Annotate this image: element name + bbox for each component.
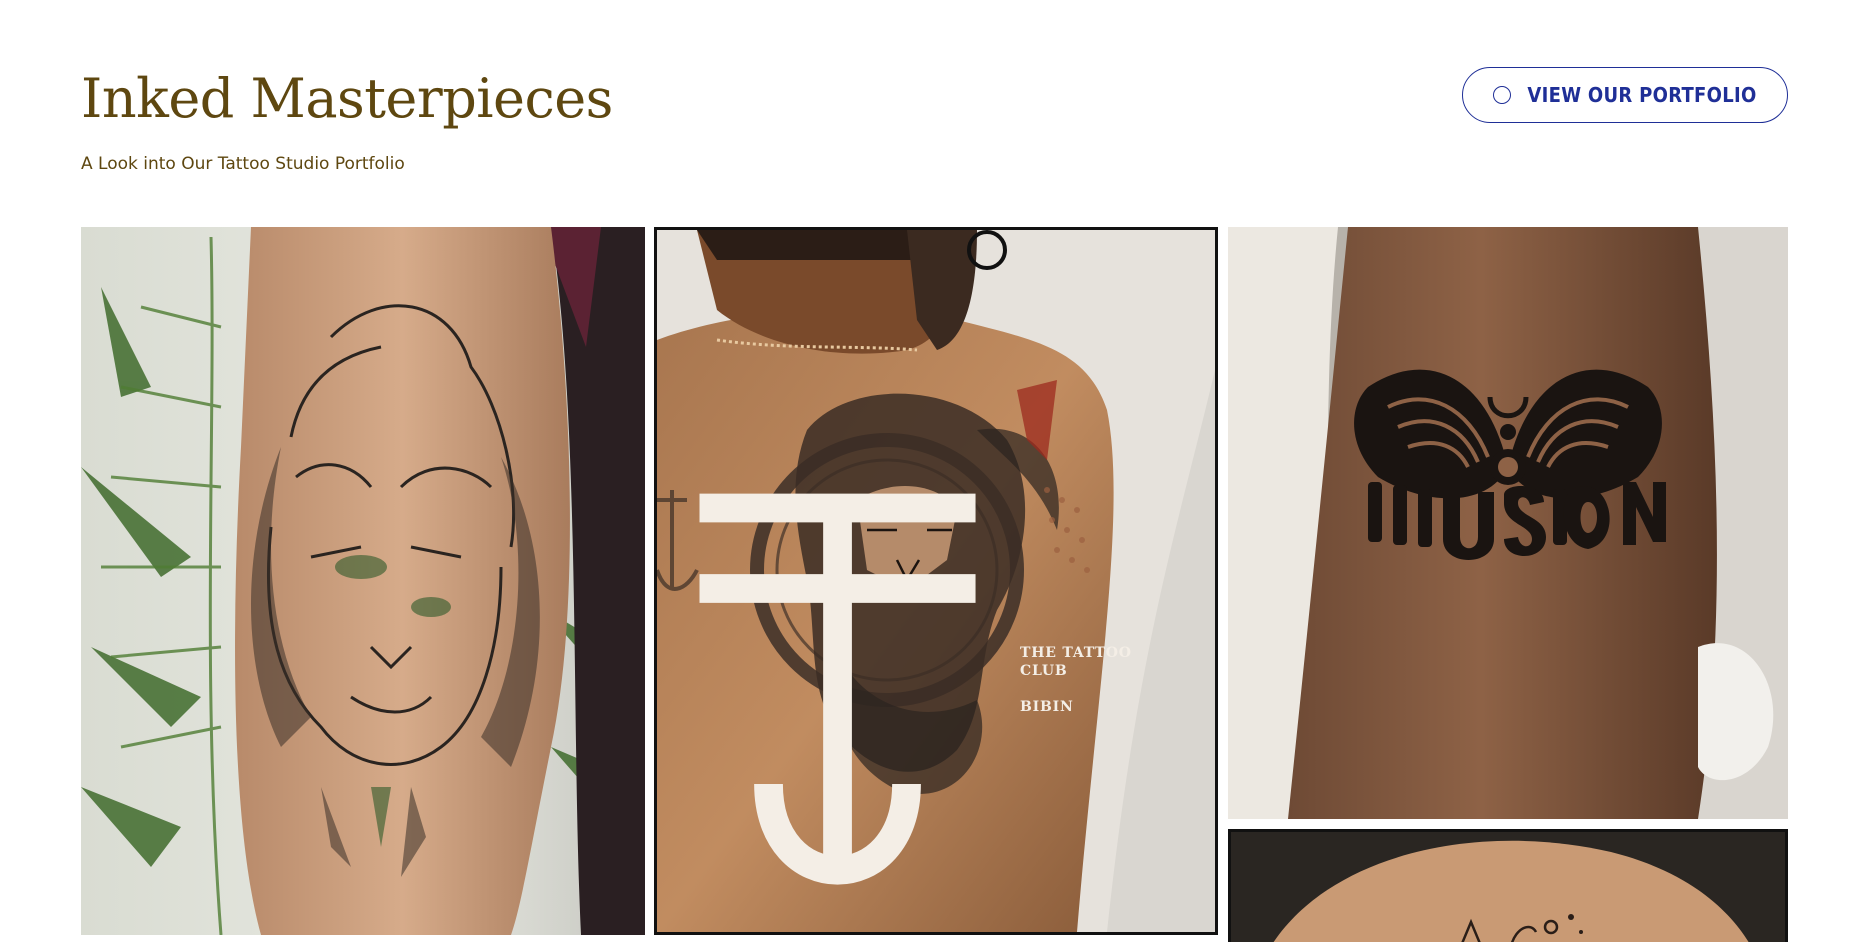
studio-watermark: THE TATTOO CLUB BIBIN <box>665 439 1140 922</box>
page-subtitle: A Look into Our Tattoo Studio Portfolio <box>81 154 405 174</box>
page-title: Inked Masterpieces <box>81 67 613 130</box>
gallery-image-zeus[interactable]: THE TATTOO CLUB BIBIN <box>654 227 1218 935</box>
watermark-line-1: THE TATTOO CLUB <box>1020 645 1132 680</box>
circle-icon <box>1493 86 1512 104</box>
studio-logo-icon <box>699 493 976 885</box>
gallery-image-lion[interactable] <box>81 227 645 935</box>
watermark-line-2: BIBIN <box>1020 699 1074 716</box>
lion-tattoo-photo <box>81 227 645 935</box>
view-portfolio-button[interactable]: VIEW OUR PORTFOLIO <box>1462 67 1788 123</box>
gallery-image-illusion[interactable] <box>1228 227 1788 819</box>
section-header: Inked Masterpieces A Look into Our Tatto… <box>81 60 1788 180</box>
shoulder-tattoo-photo <box>1231 832 1785 942</box>
illusion-tattoo-photo <box>1228 227 1788 819</box>
portfolio-gallery: THE TATTOO CLUB BIBIN <box>81 227 1788 942</box>
gallery-image-shoulder[interactable] <box>1228 829 1788 942</box>
view-portfolio-label: VIEW OUR PORTFOLIO <box>1527 83 1757 107</box>
